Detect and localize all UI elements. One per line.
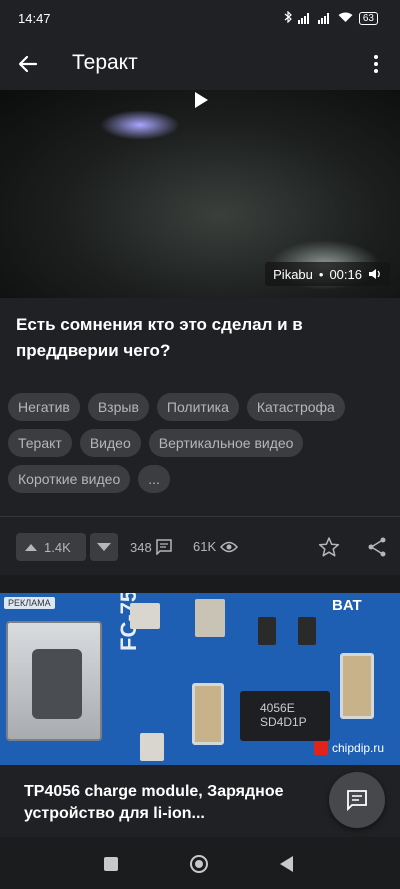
tag[interactable]: Вертикальное видео [148,429,304,457]
post-title[interactable]: Есть сомнения кто это сделал и в преддве… [16,312,376,364]
comments-button[interactable]: 348 [130,539,172,555]
post-actions: 1.4K 348 61K [0,530,400,566]
battery-indicator: 63 [358,12,378,25]
pcb-resistor-2 [298,617,316,645]
pcb-component [195,599,225,637]
rating-count: 1.4K [44,539,71,555]
pcb-pad [130,603,160,629]
upvote-button[interactable]: 1.4K [16,533,86,561]
recent-apps-button[interactable] [104,857,118,871]
system-back-button[interactable] [280,856,293,872]
volume-icon[interactable] [368,267,382,281]
play-icon [195,92,208,108]
video-frame-light [100,110,180,140]
brand-watermark: chipdip.ru [314,741,384,755]
views: 61K [193,539,239,554]
arrow-up-icon [25,544,37,551]
pcb-capacitor [192,683,224,745]
brand-name: chipdip.ru [332,741,385,755]
status-time: 14:47 [18,11,51,26]
signal-icon-2 [317,13,332,24]
wifi-icon [338,12,353,26]
signal-icon [297,13,312,24]
tag[interactable]: Негатив [8,393,80,421]
bluetooth-icon [284,10,292,26]
comments-count: 348 [130,539,152,555]
ad-title[interactable]: TP4056 charge module, Зарядное устройств… [24,781,324,825]
tag[interactable]: Теракт [8,429,72,457]
video-source: Pikabu [273,266,313,282]
chip-label-1: 4056E [260,701,295,715]
status-icons: 63 [284,10,378,26]
arrow-down-icon [97,543,111,551]
comments-fab-button[interactable] [329,772,385,828]
pcb-resistor [258,617,276,645]
app-bar: Теракт [0,38,400,90]
comment-icon [155,539,172,555]
ad-label: РЕКЛАМА [4,597,55,609]
usb-slot [32,649,82,719]
chip-label-2: SD4D1P [260,715,307,729]
video-duration: 00:16 [329,266,362,282]
views-count: 61K [193,539,217,554]
video-info: Pikabu • 00:16 [265,262,390,286]
eye-icon [220,541,239,552]
more-tags-button[interactable]: ... [138,465,170,493]
bat-label: BAT [332,597,362,614]
pcb-chip: 4056E SD4D1P [240,691,330,741]
usb-connector [6,621,102,741]
divider [0,516,400,517]
status-bar: 14:47 63 [0,0,400,38]
share-icon [368,537,386,557]
ad-image[interactable]: FC-75. 4056E SD4D1P BAT РЕКЛАМА chipdip.… [0,593,400,765]
tag-list: Негатив Взрыв Политика Катастрофа Теракт… [8,393,388,493]
pcb-pad-2 [140,733,164,761]
tag[interactable]: Короткие видео [8,465,131,493]
share-button[interactable] [366,536,388,558]
play-button[interactable] [191,90,211,110]
home-button[interactable] [190,855,208,873]
tag[interactable]: Катастрофа [246,393,345,421]
feed-separator [0,575,400,593]
video-separator: • [318,266,324,282]
pcb-capacitor-2 [340,653,374,719]
tag[interactable]: Видео [79,429,141,457]
back-button[interactable] [14,50,42,78]
chat-icon [347,790,367,811]
video-player[interactable]: Pikabu • 00:16 [0,90,400,298]
more-vert-icon [374,55,378,73]
tag[interactable]: Взрыв [87,393,149,421]
arrow-back-icon [18,55,38,73]
tag[interactable]: Политика [156,393,239,421]
favorite-button[interactable] [318,536,340,558]
chipdip-logo-icon [314,741,328,755]
downvote-button[interactable] [90,533,118,561]
star-icon [318,537,340,557]
more-options-button[interactable] [364,50,388,78]
page-title: Теракт [72,51,138,74]
system-nav-bar [0,837,400,889]
